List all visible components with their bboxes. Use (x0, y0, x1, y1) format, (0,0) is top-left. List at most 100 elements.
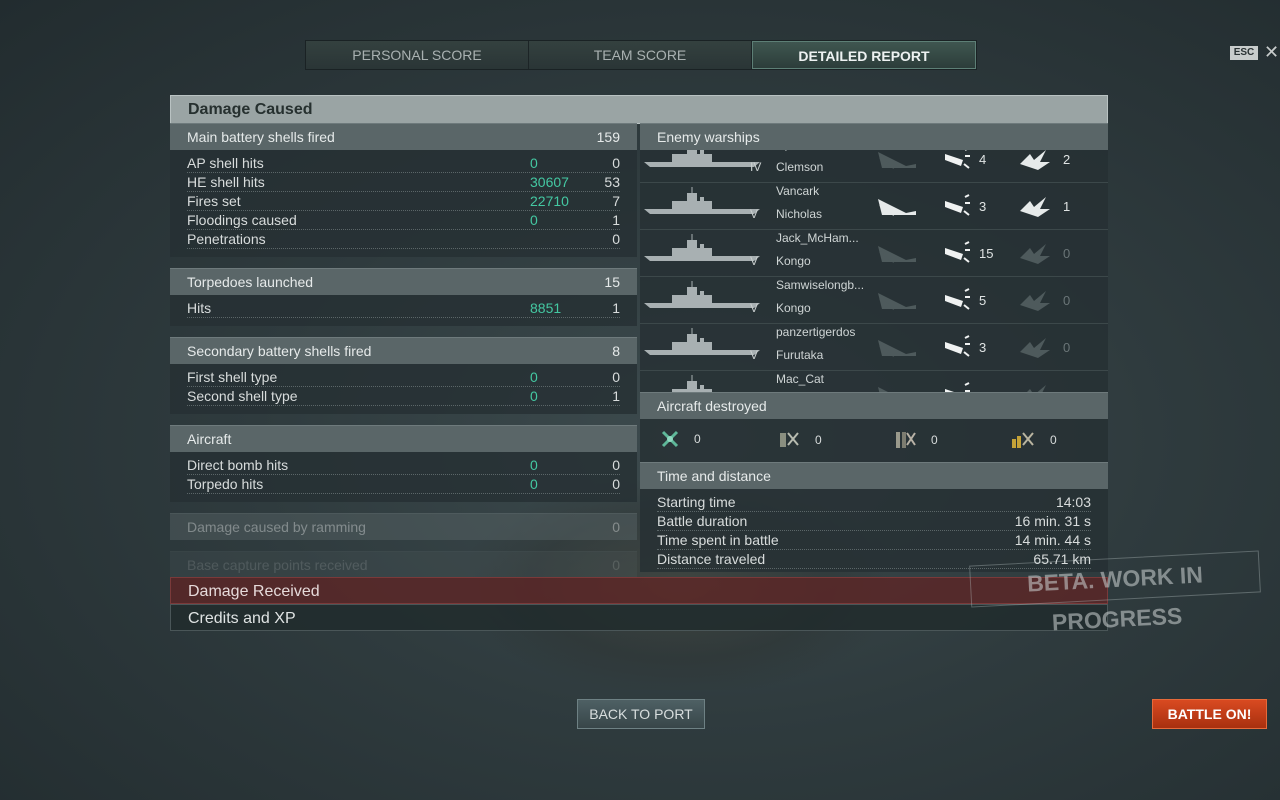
stat-row: Torpedo hits 0 0 (187, 475, 620, 494)
enemy-column: Enemy warships IV Dyllen272 Clemson 4 2 V Vanc… (640, 123, 1108, 572)
time-value: 16 min. 31 s (1014, 513, 1091, 529)
time-value: 14:03 (1055, 494, 1091, 510)
damage-received-section[interactable]: Damage Received (170, 577, 1108, 604)
base-capture-value: 0 (612, 557, 620, 573)
aircraft-count: 0 (1050, 433, 1057, 447)
ship-tier: V (750, 207, 759, 221)
base-capture-header: Base capture points received 0 (170, 551, 637, 578)
ship-destroyed-icon (878, 387, 888, 392)
aircraft-destroyed-item: 0 (660, 429, 701, 449)
stat-label: First shell type (187, 369, 278, 385)
aircraft-destroyed-item: 0 (893, 429, 938, 451)
ship-silhouette-icon (644, 187, 760, 214)
ship-name: Furutaka (776, 348, 824, 362)
main-battery-header: Main battery shells fired 159 (170, 123, 637, 150)
shell-hits-icon (945, 288, 970, 310)
ship-tier: IV (750, 160, 762, 174)
time-distance-header: Time and distance (640, 462, 1108, 489)
stat-count: 53 (604, 174, 620, 190)
stat-damage: 0 (530, 457, 538, 473)
time-label: Starting time (657, 494, 736, 510)
report-tabs: PERSONAL SCORE TEAM SCORE DETAILED REPOR… (305, 40, 977, 70)
tab-personal-score[interactable]: PERSONAL SCORE (306, 41, 529, 69)
stat-count: 0 (612, 231, 620, 247)
critical-hits-count: 2 (1063, 152, 1071, 167)
enemy-warships-header: Enemy warships (640, 123, 1108, 150)
aircraft-count: 0 (694, 432, 701, 446)
aircraft-destroyed-header: Aircraft destroyed (640, 392, 1108, 419)
player-name: Mac_Cat (776, 372, 825, 386)
stat-row: First shell type 0 0 (187, 368, 620, 387)
aircraft-count: 0 (815, 433, 822, 447)
tab-detailed-report[interactable]: DETAILED REPORT (752, 41, 976, 69)
critical-hits-icon (1020, 244, 1050, 264)
stat-row: AP shell hits 0 0 (187, 154, 620, 173)
torpedoes-value: 15 (604, 274, 620, 290)
secondary-label: Secondary battery shells fired (187, 343, 372, 359)
stat-damage: 0 (530, 155, 538, 171)
shell-hits-count: 15 (979, 246, 994, 261)
stat-damage: 0 (530, 476, 538, 492)
critical-hits-count: 0 (1063, 293, 1071, 308)
aircraft-header: Aircraft (170, 425, 637, 452)
ship-name: Kongo (776, 301, 811, 315)
enemy-ship-row[interactable]: V Jack_McHam... Kongo 15 0 (640, 230, 1108, 277)
ship-silhouette-icon (644, 234, 760, 261)
stat-damage: 0 (530, 388, 538, 404)
credits-xp-section[interactable]: Credits and XP (170, 604, 1108, 631)
aircraft-destroyed-item: 0 (777, 429, 822, 451)
back-to-port-button[interactable]: BACK TO PORT (577, 699, 705, 729)
stat-row: Second shell type 0 1 (187, 387, 620, 406)
critical-hits-icon (1020, 197, 1050, 217)
stat-row: Hits 8851 1 (187, 299, 620, 318)
aircraft-destroyed-title: Aircraft destroyed (657, 398, 767, 414)
secondary-rows: First shell type 0 0 Second shell type 0 1 (170, 364, 637, 414)
critical-hits-icon (1020, 338, 1050, 358)
stat-count: 1 (612, 388, 620, 404)
ship-name: Nicholas (776, 207, 823, 221)
main-battery-value: 159 (596, 129, 620, 145)
battle-on-button[interactable]: BATTLE ON! (1152, 699, 1267, 729)
stat-damage: 30607 (530, 174, 569, 190)
enemy-ship-row[interactable]: Vpanzertigerdos Furutaka 3 0 (640, 324, 1108, 371)
secondary-header: Secondary battery shells fired 8 (170, 337, 637, 364)
player-name: Samwiselongb... (776, 278, 865, 292)
stat-label: AP shell hits (187, 155, 264, 171)
anti-aircraft-icon (1012, 432, 1034, 448)
stat-count: 0 (612, 369, 620, 385)
stat-count: 0 (612, 155, 620, 171)
shell-hits-count: 4 (979, 152, 987, 167)
critical-hits-icon (1027, 385, 1046, 392)
enemy-ship-row[interactable]: IV Dyllen272 Clemson 4 2 (640, 150, 1108, 183)
enemy-ship-row[interactable]: V Vancark Nicholas 3 1 (640, 183, 1108, 230)
damage-caused-title[interactable]: Damage Caused (170, 95, 1108, 124)
critical-hits-icon (1020, 150, 1050, 170)
stat-count: 0 (612, 457, 620, 473)
shell-hits-icon (945, 194, 970, 216)
stat-label: Penetrations (187, 231, 266, 247)
ramming-value: 0 (612, 519, 620, 535)
stat-damage: 22710 (530, 193, 569, 209)
player-name: panzertigerdos (776, 325, 856, 339)
time-row: Starting time 14:03 (657, 493, 1091, 512)
shell-hits-icon (945, 335, 970, 357)
ship-destroyed-icon (878, 246, 916, 263)
enemy-ship-row[interactable]: Mac_Cat (640, 371, 1108, 392)
time-distance-title: Time and distance (657, 468, 771, 484)
aircraft-label: Aircraft (187, 431, 232, 447)
tab-team-score[interactable]: TEAM SCORE (529, 41, 752, 69)
ship-tier: V (750, 301, 759, 315)
stat-label: Second shell type (187, 388, 298, 404)
esc-key-badge[interactable]: ESC (1230, 46, 1258, 60)
aircraft-count: 0 (931, 433, 938, 447)
ship-destroyed-icon (878, 152, 916, 169)
close-icon[interactable]: ✕ (1264, 42, 1279, 63)
ship-destroyed-icon (878, 340, 916, 357)
stat-damage: 8851 (530, 300, 562, 316)
enemy-ship-row[interactable]: V Samwiselongb... Kongo 5 0 (640, 277, 1108, 324)
aircraft-destroyed-item: 0 (1010, 429, 1057, 451)
enemy-warships-list[interactable]: IV Dyllen272 Clemson 4 2 V Vancark Nicholas 3 1 V J… (640, 150, 1108, 392)
stat-label: Floodings caused (187, 212, 297, 228)
stat-row: Fires set 22710 7 (187, 192, 620, 211)
ship-destroyed-icon (878, 293, 916, 310)
